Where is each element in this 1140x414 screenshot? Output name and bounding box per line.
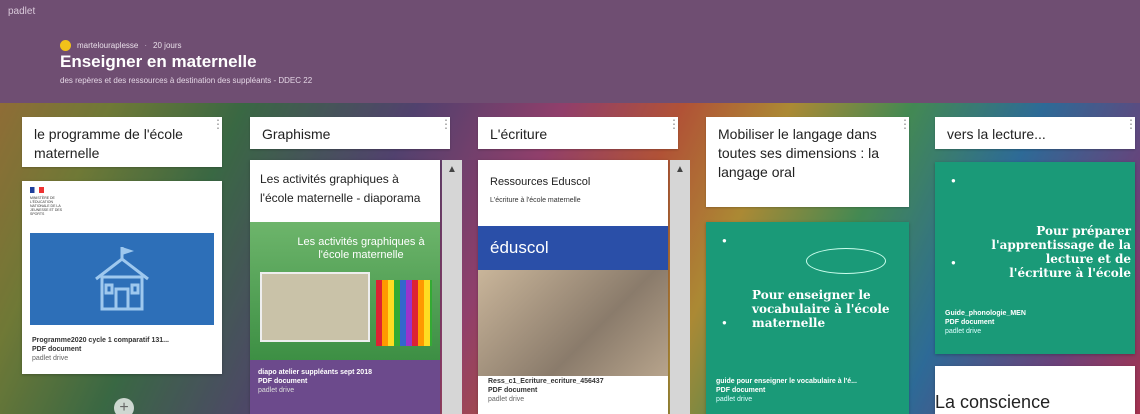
bullet-icon: ●	[722, 236, 727, 245]
speech-bubble-graphic	[806, 248, 886, 274]
eduscol-logo: éduscol	[490, 238, 549, 257]
attachment-name: Ress_c1_Ecriture_ecriture_456437	[488, 378, 604, 385]
scroll-up-icon[interactable]: ▲	[670, 160, 690, 175]
post-caption: L'écriture à l'école maternelle	[490, 197, 581, 204]
attachment-type: PDF document	[488, 387, 538, 394]
post-card-graphisme[interactable]: Les activités graphiques à l'école mater…	[250, 160, 440, 414]
column-scrollbar[interactable]: ▲	[442, 160, 462, 414]
image-caption: Les activités graphiques à l'école mater…	[297, 236, 425, 261]
post-card-phonologie[interactable]: ● ● Pour préparer l'apprentissage de la …	[935, 162, 1135, 354]
column-menu-icon[interactable]: ⋮	[668, 118, 680, 130]
attachment-meta: Ress_c1_Ecriture_ecriture_456437 PDF doc…	[480, 374, 666, 407]
column-header: le programme de l'école maternelle ⋮	[22, 117, 224, 167]
post-title: Ressources Eduscol	[490, 176, 591, 188]
ministry-header: MINISTÈRE DE L'ÉDUCATION NATIONALE DE LA…	[22, 181, 222, 231]
attachment-type: PDF document	[716, 387, 766, 394]
attachment-name: diapo atelier suppléants sept 2018	[258, 369, 372, 376]
column-menu-icon[interactable]: ⋮	[440, 118, 452, 130]
attachment-type: PDF document	[32, 346, 82, 353]
author-info: martelouraplesse · 20 jours	[60, 40, 182, 51]
school-image	[30, 233, 214, 325]
padlet-header: padlet martelouraplesse · 20 jours Ensei…	[0, 0, 1140, 103]
bullet-icon: ●	[722, 318, 727, 327]
attachment-source: padlet drive	[32, 355, 69, 362]
attachment-meta: diapo atelier suppléants sept 2018 PDF d…	[250, 360, 440, 414]
attachment-source: padlet drive	[488, 396, 525, 403]
column-header: vers la lecture... ⋮	[935, 117, 1137, 149]
attachment-source: padlet drive	[716, 396, 753, 403]
attachment-name: Programme2020 cycle 1 comparatif 131...	[32, 337, 169, 344]
post-card-ecriture[interactable]: Ressources Eduscol L'écriture à l'école …	[478, 160, 668, 414]
post-age: 20 jours	[153, 41, 182, 50]
bullet-icon: ●	[951, 176, 956, 185]
column-title: L'écriture	[490, 126, 548, 142]
column-langage: Mobiliser le langage dans toutes ses dim…	[706, 117, 911, 207]
separator-dot: ·	[144, 41, 148, 50]
post-title: Les activités graphiques à l'école mater…	[260, 172, 421, 205]
column-header: Mobiliser le langage dans toutes ses dim…	[706, 117, 911, 207]
page-title: Enseigner en maternelle	[60, 52, 257, 71]
attachment-meta: guide pour enseigner le vocabulaire à l'…	[708, 374, 907, 407]
author-name[interactable]: martelouraplesse	[77, 41, 138, 50]
eduscol-image: éduscol	[478, 226, 668, 376]
post-card-programme[interactable]: MINISTÈRE DE L'ÉDUCATION NATIONALE DE LA…	[22, 181, 222, 374]
school-icon	[95, 247, 149, 311]
column-title: Graphisme	[262, 126, 331, 142]
author-avatar[interactable]	[60, 40, 71, 51]
diaporama-image: Les activités graphiques à l'école mater…	[250, 222, 440, 360]
attachment-source: padlet drive	[945, 328, 982, 335]
column-title: vers la lecture...	[947, 126, 1046, 142]
page-subtitle: des repères et des ressources à destinat…	[60, 76, 313, 85]
french-flag-icon	[30, 187, 44, 193]
attachment-name: Guide_phonologie_MEN	[945, 310, 1026, 317]
post-card-conscience[interactable]: La conscience	[935, 366, 1135, 414]
cover-title: Pour préparer l'apprentissage de la lect…	[991, 224, 1131, 280]
column-menu-icon[interactable]: ⋮	[212, 118, 224, 130]
classroom-photo	[260, 272, 370, 342]
column-header: L'écriture ⋮	[478, 117, 680, 149]
ministry-label: MINISTÈRE DE L'ÉDUCATION NATIONALE DE LA…	[30, 196, 63, 216]
column-title: le programme de l'école maternelle	[34, 126, 183, 161]
column-scrollbar[interactable]: ▲	[670, 160, 690, 414]
pencils-photo	[376, 280, 432, 346]
column-menu-icon[interactable]: ⋮	[1125, 118, 1137, 130]
attachment-name: guide pour enseigner le vocabulaire à l'…	[716, 378, 857, 385]
bullet-icon: ●	[951, 258, 956, 267]
column-ecriture: L'écriture ⋮	[478, 117, 680, 149]
column-title: Mobiliser le langage dans toutes ses dim…	[718, 126, 880, 180]
attachment-source: padlet drive	[258, 387, 295, 394]
padlet-logo[interactable]: padlet	[8, 6, 35, 17]
column-menu-icon[interactable]: ⋮	[899, 118, 911, 130]
attachment-meta: Programme2020 cycle 1 comparatif 131... …	[24, 333, 220, 366]
column-programme: le programme de l'école maternelle ⋮	[22, 117, 224, 167]
cover-title: Pour enseigner le vocabulaire à l'école …	[752, 288, 890, 330]
attachment-type: PDF document	[258, 378, 308, 385]
column-graphisme: Graphisme ⋮	[250, 117, 452, 149]
column-header: Graphisme ⋮	[250, 117, 452, 149]
scroll-up-icon[interactable]: ▲	[442, 160, 462, 175]
post-card-vocabulaire[interactable]: ● ● Pour enseigner le vocabulaire à l'éc…	[706, 222, 909, 414]
attachment-meta: Guide_phonologie_MEN PDF document padlet…	[937, 306, 1133, 339]
post-title: La conscience	[935, 392, 1051, 412]
attachment-type: PDF document	[945, 319, 995, 326]
add-post-button[interactable]: +	[114, 398, 134, 414]
column-lecture: vers la lecture... ⋮	[935, 117, 1137, 149]
children-photo	[478, 270, 668, 376]
